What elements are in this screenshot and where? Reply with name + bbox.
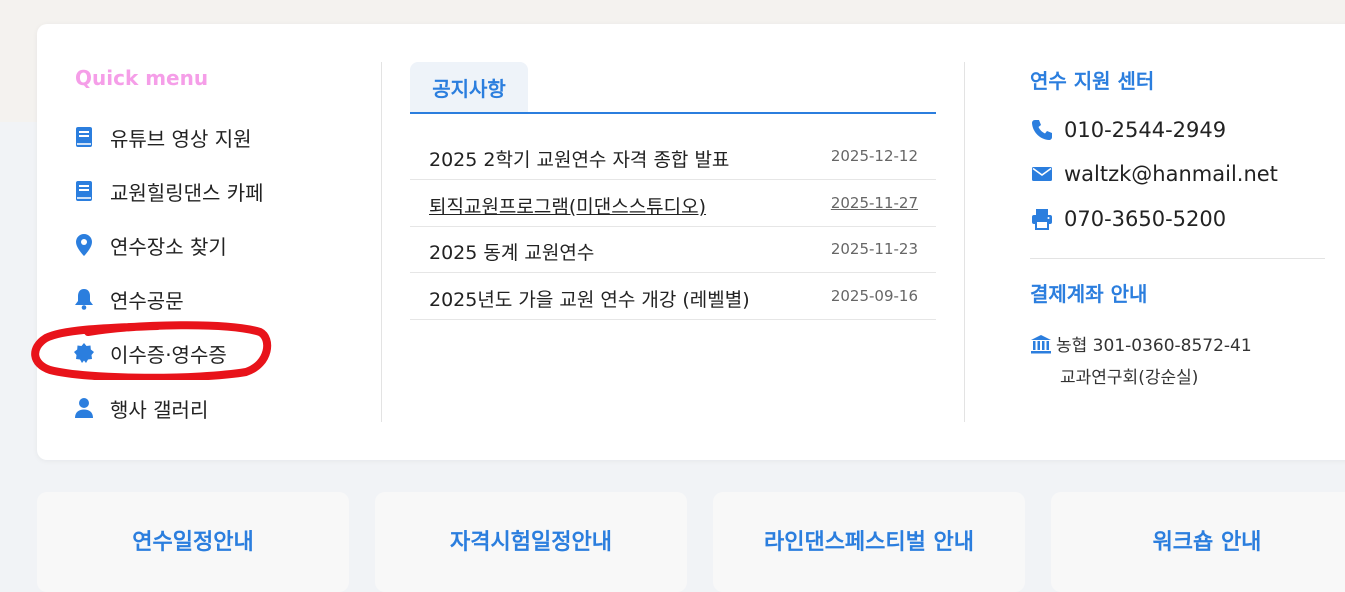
tab-underline (410, 112, 936, 114)
quick-menu-title: Quick menu (75, 66, 209, 90)
tab-notice[interactable]: 공지사항 (410, 62, 528, 112)
quick-menu-label: 연수장소 찾기 (110, 234, 227, 259)
notice-date: 2025-12-12 (830, 147, 918, 165)
column-divider (381, 62, 382, 422)
quick-menu-item-official-docs[interactable]: 연수공문 (73, 284, 184, 314)
quick-menu-label: 이수증·영수증 (110, 342, 227, 367)
notice-title[interactable]: 2025 2학기 교원연수 자격 종합 발표 (429, 145, 759, 172)
support-center-heading: 연수 지원 센터 (1030, 69, 1155, 93)
quick-menu-item-cafe[interactable]: 교원힐링댄스 카페 (73, 176, 264, 206)
quick-menu-item-certificate[interactable]: 이수증·영수증 (73, 338, 227, 368)
printer-icon (1030, 207, 1054, 231)
quick-menu-label: 교원힐링댄스 카페 (110, 180, 264, 205)
card-exam-schedule[interactable]: 자격시험일정안내 (375, 492, 687, 592)
bell-icon (73, 288, 95, 310)
support-fax[interactable]: 070-3650-5200 (1030, 204, 1226, 234)
phone-number: 010-2544-2949 (1064, 118, 1227, 142)
quick-menu-label: 연수공문 (110, 288, 184, 313)
bank-icon (1030, 334, 1052, 354)
notice-row[interactable]: 퇴직교원프로그램(미댄스스튜디오) 2025-11-27 (410, 180, 936, 227)
envelope-icon (1030, 162, 1054, 186)
notice-row[interactable]: 2025 2학기 교원연수 자격 종합 발표 2025-12-12 (410, 133, 936, 180)
notice-row[interactable]: 2025년도 가을 교원 연수 개강 (레벨별) 2025-09-16 (410, 273, 936, 320)
card-label: 연수일정안내 (132, 530, 254, 555)
email-address: waltzk@hanmail.net (1064, 162, 1278, 186)
fax-number: 070-3650-5200 (1064, 207, 1227, 231)
card-label: 자격시험일정안내 (450, 530, 612, 555)
bank-account: 농협 301-0360-8572-41 (1030, 331, 1252, 356)
notice-title[interactable]: 2025년도 가을 교원 연수 개강 (레벨별) (429, 285, 759, 312)
map-pin-icon (73, 234, 95, 256)
notice-title[interactable]: 퇴직교원프로그램(미댄스스튜디오) (429, 192, 759, 219)
book-icon (73, 180, 95, 202)
notice-date: 2025-11-23 (830, 240, 918, 258)
bank-account-number: 농협 301-0360-8572-41 (1056, 336, 1252, 356)
quick-menu-label: 행사 갤러리 (110, 397, 209, 422)
phone-icon (1030, 118, 1054, 142)
card-linedance-festival[interactable]: 라인댄스페스티벌 안내 (713, 492, 1025, 592)
quick-menu-item-youtube[interactable]: 유튜브 영상 지원 (73, 122, 252, 152)
support-email[interactable]: waltzk@hanmail.net (1030, 159, 1278, 189)
account-holder: 교과연구회(강순실) (1060, 368, 1199, 388)
card-workshop[interactable]: 워크숍 안내 (1051, 492, 1345, 592)
user-icon (73, 397, 95, 419)
payment-heading: 결제계좌 안내 (1030, 282, 1148, 306)
notice-date: 2025-11-27 (830, 194, 918, 212)
notice-date: 2025-09-16 (830, 287, 918, 305)
card-training-schedule[interactable]: 연수일정안내 (37, 492, 349, 592)
card-label: 워크숍 안내 (1152, 530, 1262, 555)
quick-menu-item-gallery[interactable]: 행사 갤러리 (73, 393, 208, 423)
notice-row[interactable]: 2025 동계 교원연수 2025-11-23 (410, 226, 936, 273)
book-icon (73, 126, 95, 148)
quick-menu-label: 유튜브 영상 지원 (110, 126, 252, 151)
card-label: 라인댄스페스티벌 안내 (763, 530, 975, 555)
notice-title[interactable]: 2025 동계 교원연수 (429, 238, 759, 265)
support-divider (1030, 258, 1325, 259)
badge-certificate-icon (73, 342, 95, 364)
support-phone[interactable]: 010-2544-2949 (1030, 115, 1226, 145)
column-divider (964, 62, 965, 422)
quick-menu-item-location[interactable]: 연수장소 찾기 (73, 230, 227, 260)
